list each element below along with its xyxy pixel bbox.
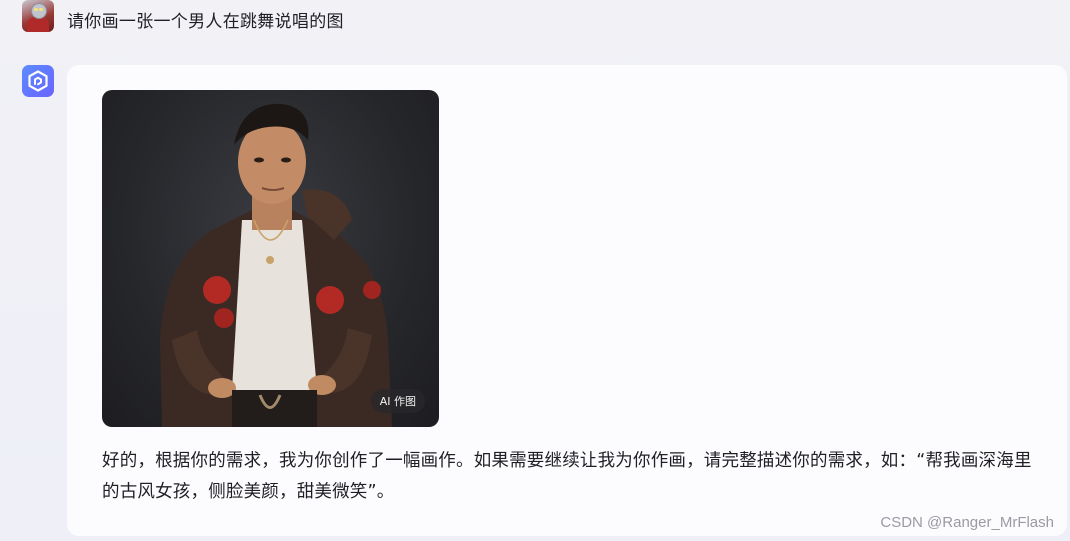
generated-image[interactable]: AI 作图 xyxy=(102,90,439,427)
chat-page: 请你画一张一个男人在跳舞说唱的图 AI 作图 好的，根据你的需求，我为你创作了一… xyxy=(0,0,1070,541)
bot-reply-card: AI 作图 好的，根据你的需求，我为你创作了一幅画作。如果需要继续让我为你作画，… xyxy=(67,65,1067,536)
watermark: CSDN @Ranger_MrFlash xyxy=(880,514,1054,531)
bot-avatar[interactable] xyxy=(22,65,54,97)
ai-image-badge: AI 作图 xyxy=(370,389,425,413)
man-portrait-illustration xyxy=(160,103,392,427)
user-message: 请你画一张一个男人在跳舞说唱的图 xyxy=(67,12,344,32)
bot-reply-text: 好的，根据你的需求，我为你创作了一幅画作。如果需要继续让我为你作画，请完整描述你… xyxy=(102,451,1032,502)
bot-logo-icon xyxy=(28,70,48,92)
user-avatar[interactable] xyxy=(22,0,54,32)
